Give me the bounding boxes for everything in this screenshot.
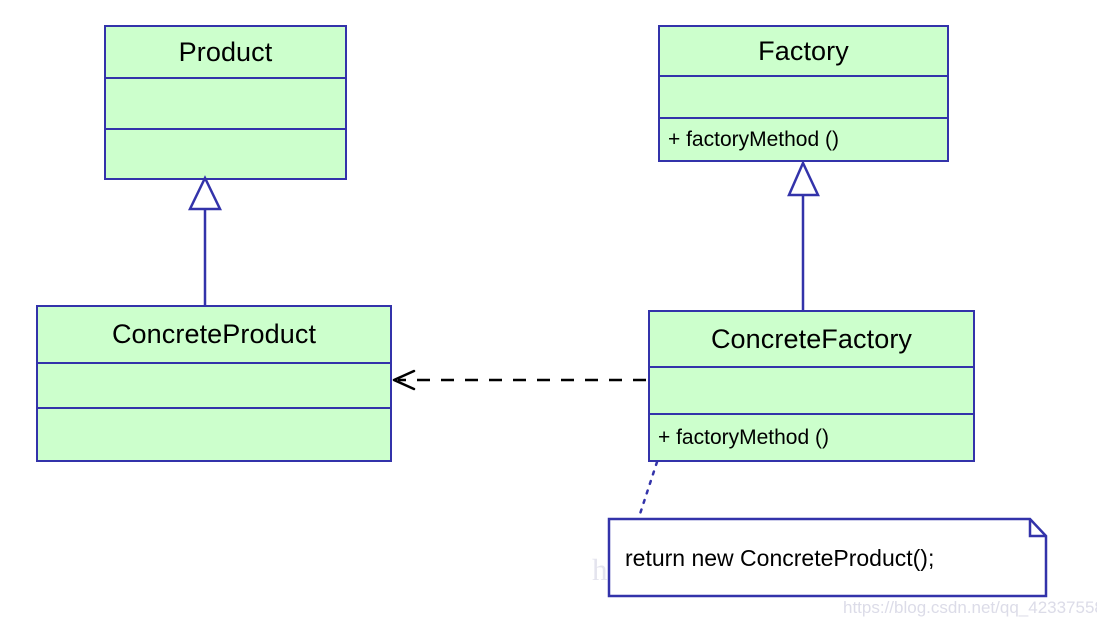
open-arrowhead-icon [392,369,416,391]
class-operations-product [106,127,345,178]
note-box-return-statement[interactable]: return new ConcreteProduct(); [609,519,1047,597]
class-operations-concreteproduct [38,406,390,460]
watermark-secondary: https://blog.csdn.net/qq_42337558 [843,598,1097,617]
class-operation-factorymethod: + factoryMethod () [660,117,947,160]
class-name-concreteproduct: ConcreteProduct [111,319,317,350]
note-anchor-line [637,460,659,519]
dependency-concretefactory-to-concreteproduct [392,369,646,391]
class-box-factory[interactable]: Factory + factoryMethod () [658,25,949,162]
class-box-concreteproduct[interactable]: ConcreteProduct [36,305,392,462]
class-name-factory: Factory [758,35,849,66]
hollow-triangle-icon [188,175,222,211]
generalization-concretefactory-to-factory [787,159,820,310]
note-text: return new ConcreteProduct(); [625,544,935,571]
class-attributes-factory [660,75,947,117]
class-name-concretefactory: ConcreteFactory [710,323,913,354]
hollow-triangle-icon [787,159,820,197]
uml-diagram-canvas: http://blog.csdn.net/LoveLion ConcretePr… [0,0,1097,624]
generalization-concreteproduct-to-product [188,175,222,305]
class-attributes-product [106,77,345,127]
class-name-product: Product [178,36,273,67]
class-box-concretefactory[interactable]: ConcreteFactory + factoryMethod () [648,310,975,462]
class-attributes-concretefactory [650,366,973,413]
class-attributes-concreteproduct [38,362,390,406]
class-box-product[interactable]: Product [104,25,347,180]
class-operation-concretefactory-factorymethod: + factoryMethod () [650,413,973,460]
